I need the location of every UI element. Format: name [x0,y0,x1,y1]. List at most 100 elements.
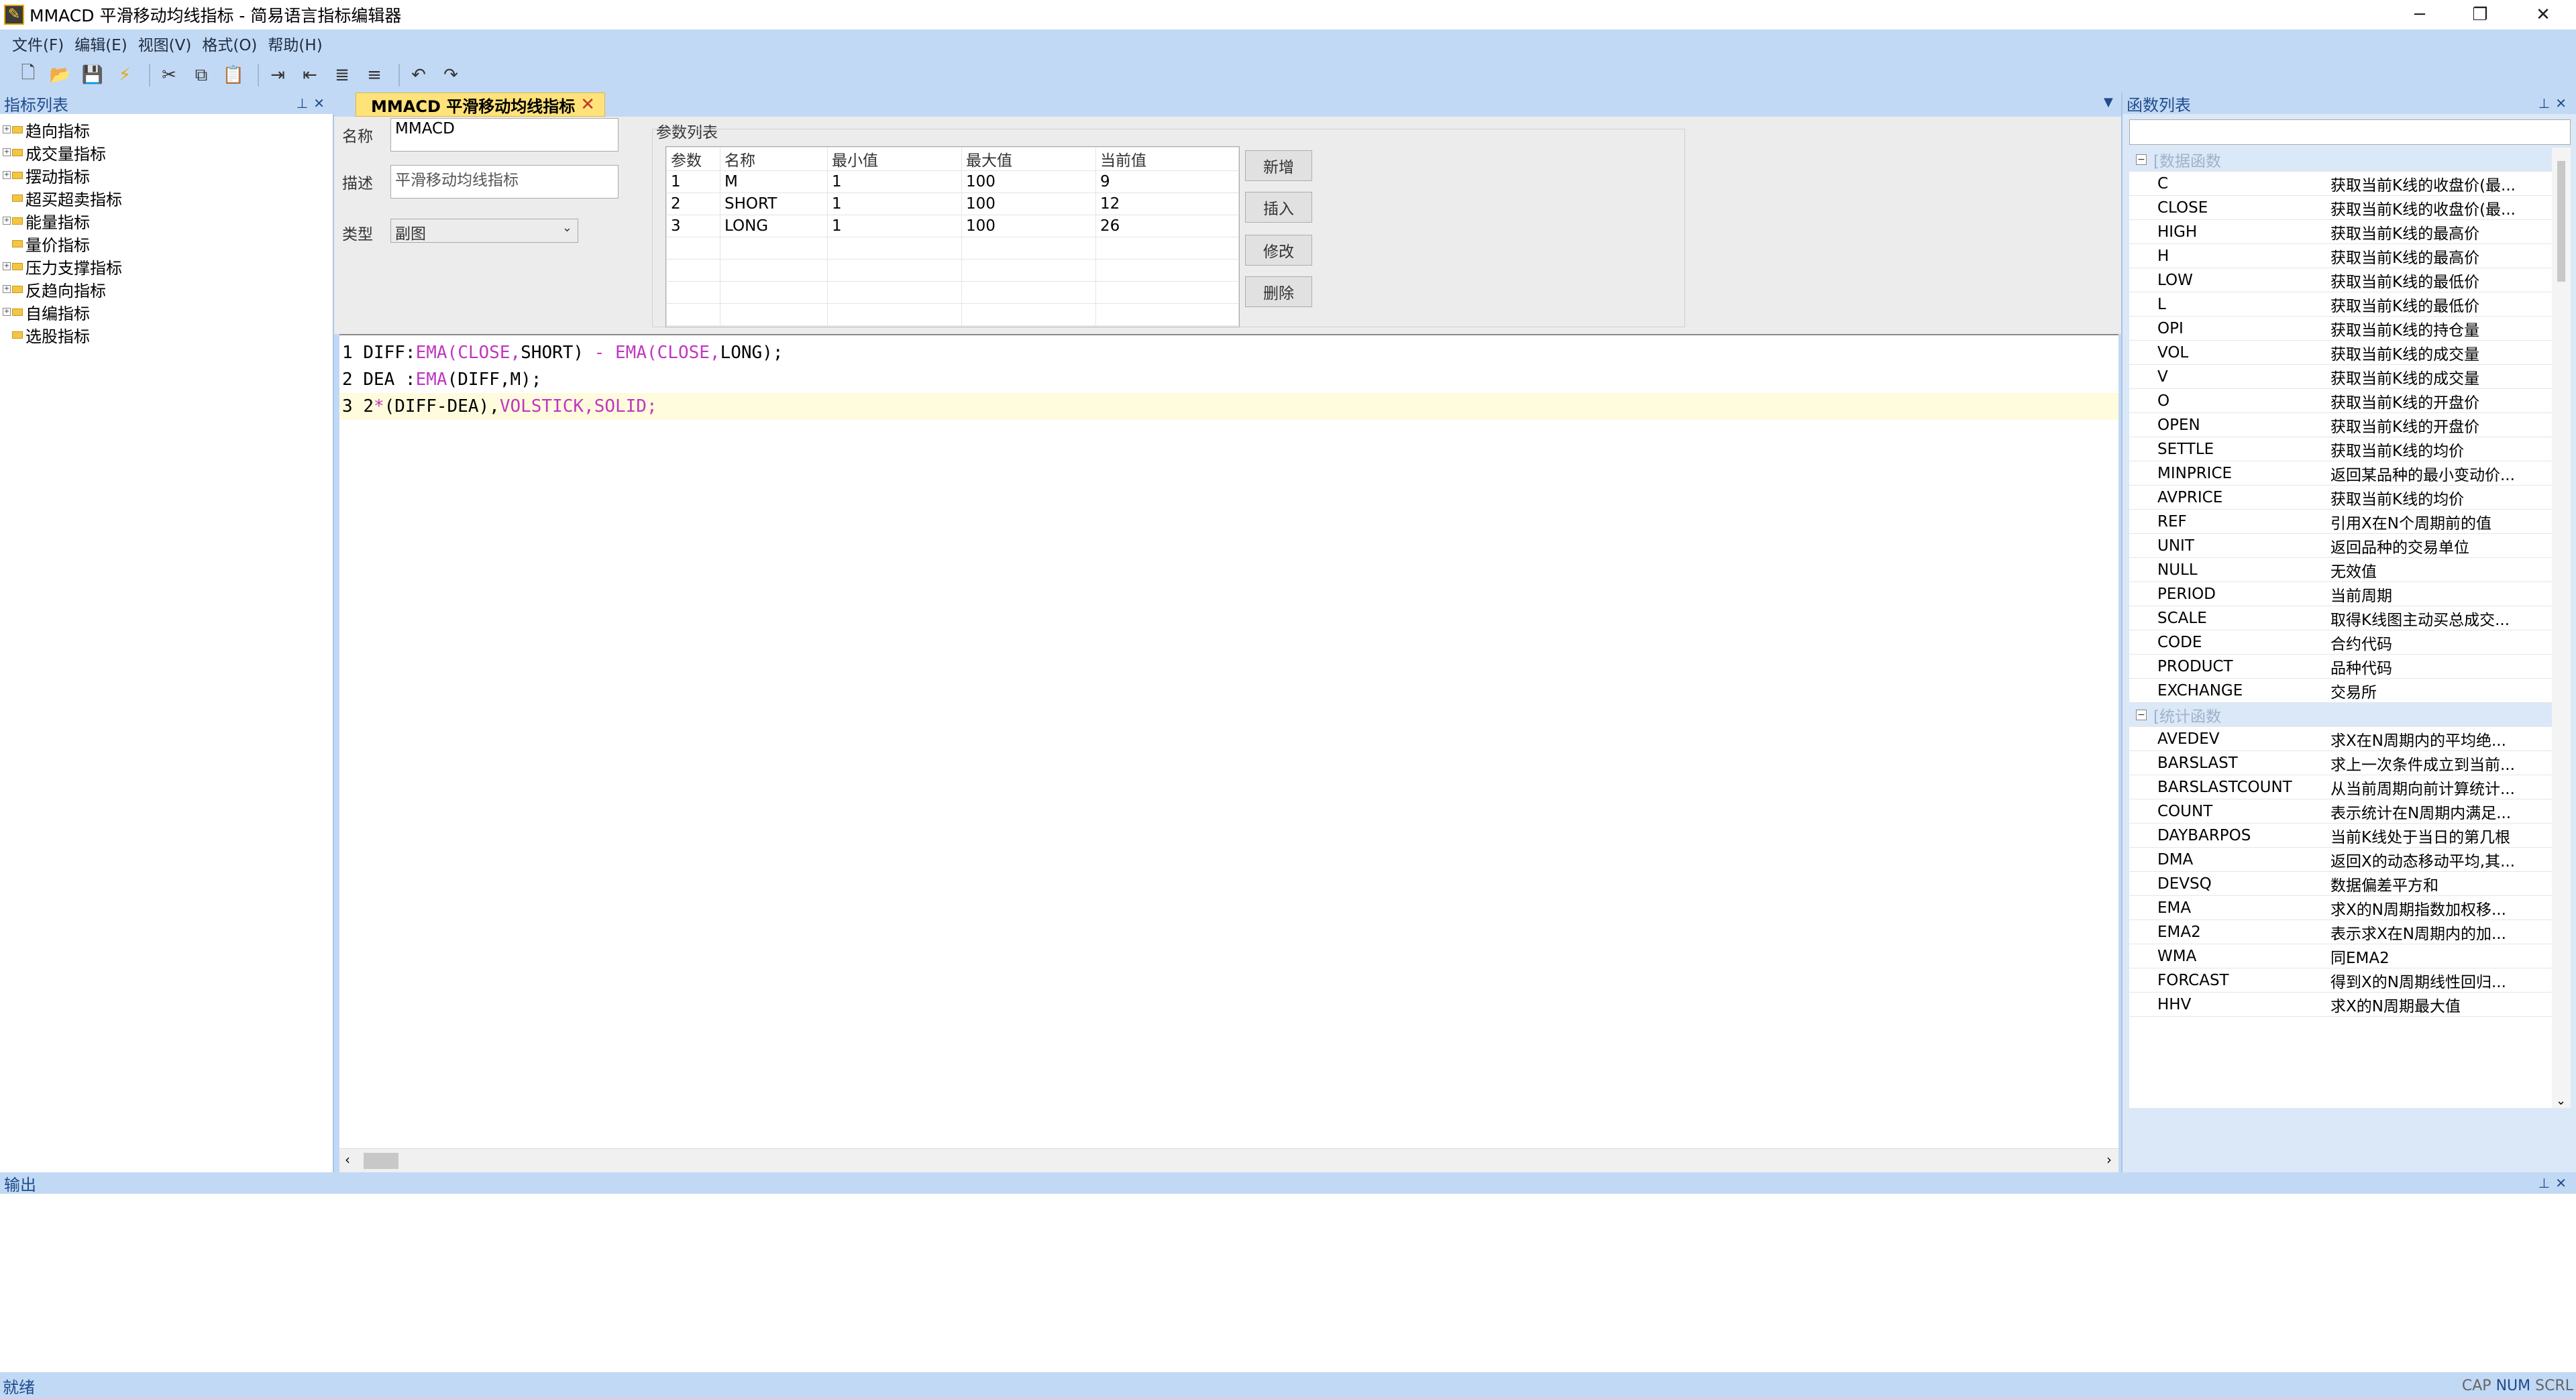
function-item[interactable]: DEVSQ 数据偏差平方和 [2129,872,2571,896]
save-icon[interactable]: 💾 [79,62,106,89]
undo-icon[interactable]: ↶ [405,62,432,89]
delete-param-button[interactable]: 删除 [1245,276,1312,307]
expand-icon[interactable]: + [3,125,11,133]
modify-param-button[interactable]: 修改 [1245,235,1312,266]
pin-icon[interactable]: ⊥ [2538,1175,2555,1191]
function-search-input[interactable] [2129,119,2571,145]
function-item[interactable]: COUNT 表示统计在N周期内满足... [2129,799,2571,824]
tree-item[interactable]: 超买超卖指标 [0,186,333,209]
function-item[interactable]: CODE 合约代码 [2129,630,2571,655]
minimize-button[interactable]: ─ [2390,0,2450,30]
function-item[interactable]: C 获取当前K线的收盘价(最... [2129,172,2571,196]
pin-icon[interactable]: ⊥ [297,95,313,111]
function-item[interactable]: EMA 求X的N周期指数加权移... [2129,896,2571,920]
function-item[interactable]: PERIOD 当前周期 [2129,582,2571,606]
function-item[interactable]: OPEN 获取当前K线的开盘价 [2129,413,2571,437]
function-item[interactable]: O 获取当前K线的开盘价 [2129,389,2571,413]
tree-item[interactable]: + 压力支撑指标 [0,255,333,278]
function-item[interactable]: SCALE 取得K线图主动买总成交... [2129,606,2571,630]
expand-icon[interactable]: + [3,148,11,156]
close-icon[interactable]: ✕ [2555,95,2572,111]
compile-icon[interactable]: ⚡ [111,62,138,89]
function-item[interactable]: EMA2 表示求X在N周期内的加... [2129,920,2571,944]
tree-item[interactable]: + 能量指标 [0,209,333,232]
close-icon[interactable]: ✕ [2555,1175,2572,1191]
expand-icon[interactable]: + [3,308,11,316]
menu-format[interactable]: 格式(O) [202,32,257,55]
menu-file[interactable]: 文件(F) [12,32,64,55]
menu-edit[interactable]: 编辑(E) [74,32,127,55]
horizontal-scrollbar[interactable]: ‹ › [339,1148,2118,1172]
function-item[interactable]: AVPRICE 获取当前K线的均价 [2129,486,2571,510]
collapse-icon[interactable]: − [2136,709,2147,720]
comment-icon[interactable]: ≣ [329,62,356,89]
tree-item[interactable]: 量价指标 [0,232,333,255]
function-item[interactable]: FORCAST 得到X的N周期线性回归... [2129,968,2571,993]
menu-view[interactable]: 视图(V) [138,32,192,55]
cut-icon[interactable]: ✂ [156,62,182,89]
function-item[interactable]: UNIT 返回品种的交易单位 [2129,534,2571,558]
function-item[interactable]: OPI 获取当前K线的持仓量 [2129,317,2571,341]
document-tab[interactable]: MMACD 平滑移动均线指标 ✕ [356,93,605,117]
restore-button[interactable]: ❐ [2450,0,2510,30]
function-item[interactable]: BARSLAST 求上一次条件成立到当前... [2129,751,2571,775]
new-file-icon[interactable]: 🗋 [15,62,42,89]
name-field[interactable]: MMACD [390,118,619,152]
function-category[interactable]: − [数据函数 [2129,148,2571,172]
table-row[interactable]: 3 LONG 1 100 26 [666,215,1239,237]
function-item[interactable]: DAYBARPOS 当前K线处于当日的第几根 [2129,824,2571,848]
function-item[interactable]: VOL 获取当前K线的成交量 [2129,341,2571,365]
function-item[interactable]: H 获取当前K线的最高价 [2129,244,2571,268]
function-item[interactable]: L 获取当前K线的最低价 [2129,292,2571,317]
tree-item[interactable]: + 自编指标 [0,300,333,323]
expand-icon[interactable]: + [3,171,11,179]
paste-icon[interactable]: 📋 [220,62,247,89]
table-row[interactable]: 2 SHORT 1 100 12 [666,192,1239,215]
expand-icon[interactable]: + [3,285,11,293]
open-folder-icon[interactable]: 📂 [47,62,74,89]
scroll-right-icon[interactable]: › [2106,1152,2112,1168]
function-item[interactable]: NULL 无效值 [2129,558,2571,582]
type-select[interactable]: 副图 ⌄ [390,219,578,243]
function-item[interactable]: REF 引用X在N个周期前的值 [2129,510,2571,534]
tree-item[interactable]: + 成交量指标 [0,141,333,164]
outdent-icon[interactable]: ⇤ [297,62,323,89]
function-category[interactable]: − [统计函数 [2129,703,2571,727]
function-item[interactable]: CLOSE 获取当前K线的收盘价(最... [2129,196,2571,220]
copy-icon[interactable]: ⧉ [188,62,215,89]
function-item[interactable]: HHV 求X的N周期最大值 [2129,993,2571,1017]
uncomment-icon[interactable]: ≡ [361,62,388,89]
code-line[interactable]: 1 DIFF: EMA(CLOSE, SHORT) - EMA(CLOSE, LONG… [339,339,2118,366]
code-editor[interactable]: 1 DIFF: EMA(CLOSE, SHORT) - EMA(CLOSE, LONG… [339,334,2118,1148]
scroll-down-icon[interactable]: ⌄ [2556,1094,2566,1108]
vertical-scrollbar[interactable]: ⌄ [2552,148,2571,1108]
code-line[interactable]: 2 DEA : EMA (DIFF,M); [339,366,2118,393]
collapse-icon[interactable]: − [2136,154,2147,165]
function-item[interactable]: PRODUCT 品种代码 [2129,655,2571,679]
redo-icon[interactable]: ↷ [437,62,464,89]
scroll-left-icon[interactable]: ‹ [345,1152,350,1168]
function-item[interactable]: WMA 同EMA2 [2129,944,2571,968]
function-item[interactable]: LOW 获取当前K线的最低价 [2129,268,2571,292]
expand-icon[interactable]: + [3,217,11,225]
scroll-thumb[interactable] [2557,161,2565,282]
function-item[interactable]: HIGH 获取当前K线的最高价 [2129,220,2571,244]
table-row[interactable]: 1 M 1 100 9 [666,170,1239,193]
function-item[interactable]: BARSLASTCOUNT 从当前周期向前计算统计... [2129,775,2571,799]
add-param-button[interactable]: 新增 [1245,150,1312,181]
indent-icon[interactable]: ⇥ [264,62,291,89]
tree-item[interactable]: + 趋向指标 [0,118,333,141]
tree-item[interactable]: + 反趋向指标 [0,278,333,300]
expand-icon[interactable]: + [3,262,11,270]
close-button[interactable]: ✕ [2513,0,2573,30]
tab-dropdown-icon[interactable]: ▼ [2104,95,2113,109]
function-item[interactable]: MINPRICE 返回某品种的最小变动价... [2129,461,2571,486]
close-icon[interactable]: ✕ [313,95,330,111]
scroll-thumb[interactable] [364,1153,398,1169]
code-line[interactable]: 3 2 * (DIFF-DEA), VOLSTICK,SOLID; [339,393,2118,420]
function-item[interactable]: V 获取当前K线的成交量 [2129,365,2571,389]
desc-field[interactable]: 平滑移动均线指标 [390,165,619,199]
function-item[interactable]: SETTLE 获取当前K线的均价 [2129,437,2571,461]
insert-param-button[interactable]: 插入 [1245,192,1312,223]
function-item[interactable]: EXCHANGE 交易所 [2129,679,2571,703]
